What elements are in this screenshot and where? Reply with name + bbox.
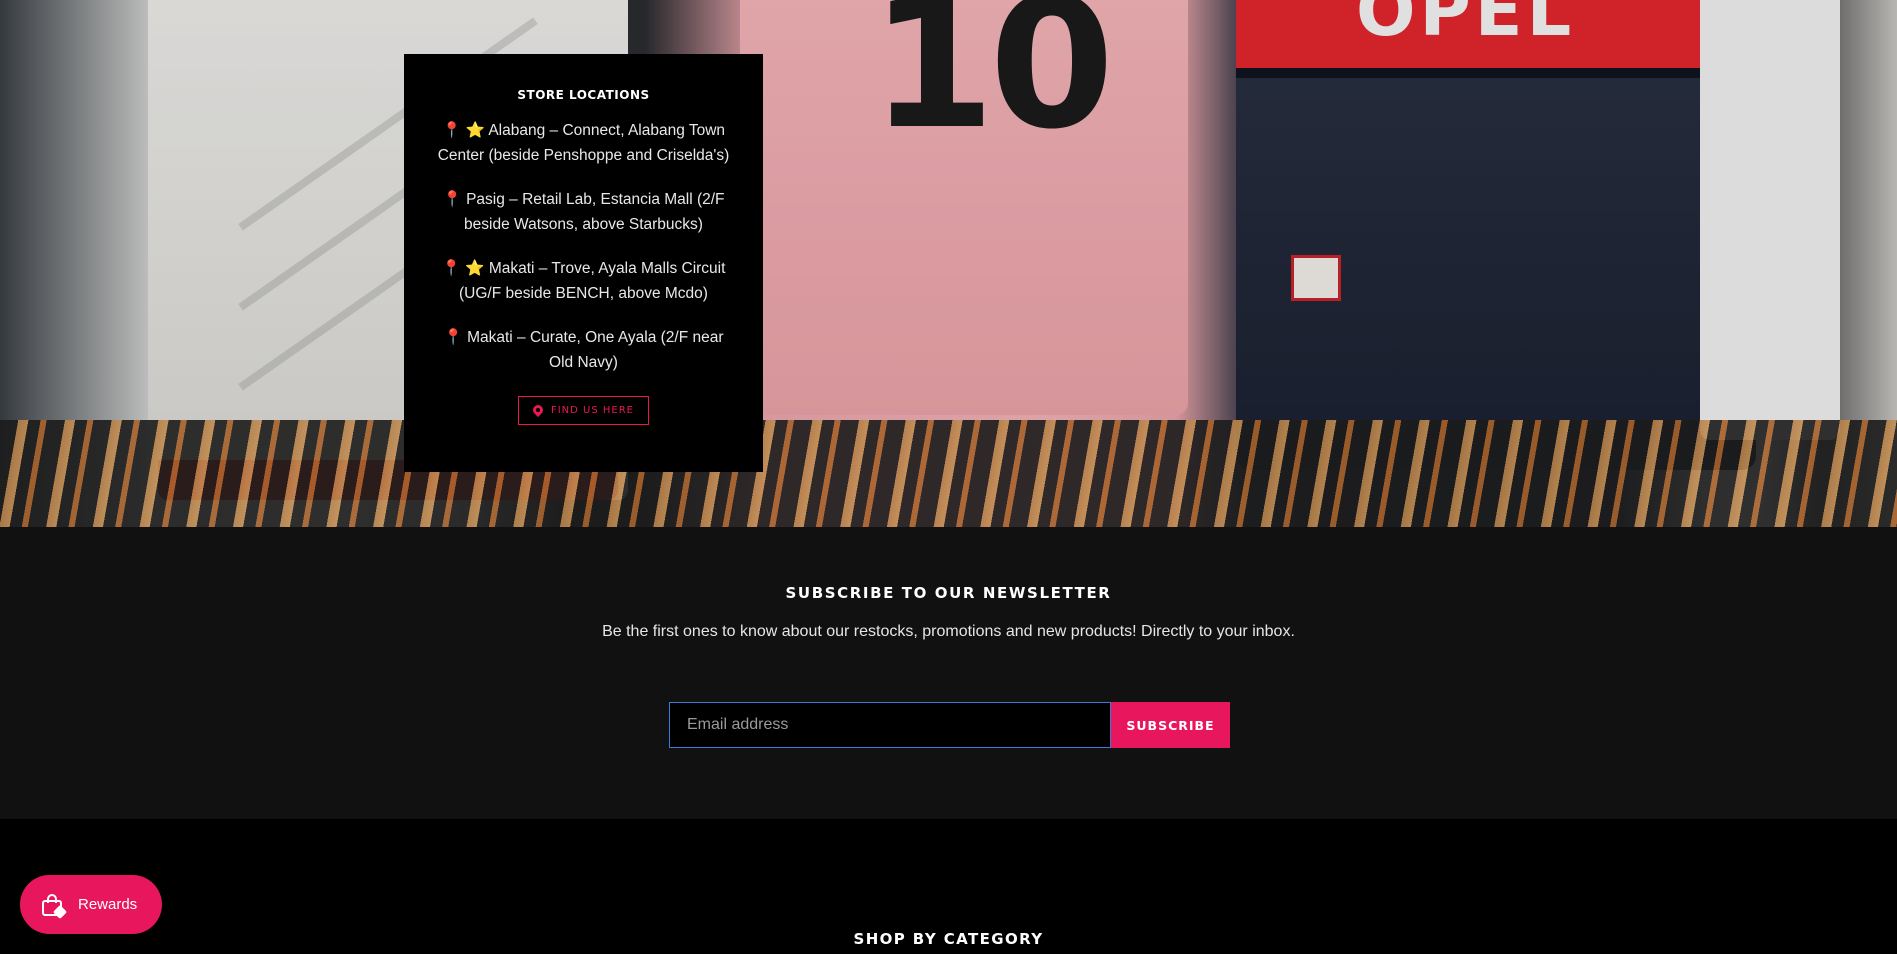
location-text: Makati – Curate, One Ayala (2/F near Old… [467, 329, 724, 371]
location-item: 📍 ⭐ Alabang – Connect, Alabang Town Cent… [434, 118, 734, 168]
email-input[interactable] [669, 702, 1111, 748]
location-text: Pasig – Retail Lab, Estancia Mall (2/F b… [464, 191, 725, 233]
pin-icon: 📍 [443, 329, 463, 346]
star-icon: ⭐ [465, 122, 485, 139]
newsletter-form: SUBSCRIBE [669, 702, 1230, 748]
location-item: 📍 Pasig – Retail Lab, Estancia Mall (2/F… [434, 187, 734, 237]
footer: SHOP BY CATEGORY [0, 819, 1897, 954]
pin-icon: 📍 [441, 260, 461, 277]
find-us-here-button[interactable]: FIND US HERE [517, 396, 649, 425]
store-locations-card: STORE LOCATIONS 📍 ⭐ Alabang – Connect, A… [404, 54, 763, 472]
find-us-here-label: FIND US HERE [550, 405, 634, 416]
pin-icon: 📍 [441, 122, 462, 139]
rewards-button[interactable]: Rewards [20, 875, 162, 934]
hero-banner: 10 OPEL STORE LOCATIONS 📍 ⭐ Alabang – Co… [0, 0, 1897, 527]
rewards-label: Rewards [78, 896, 138, 913]
location-item: 📍 ⭐ Makati – Trove, Ayala Malls Circuit … [434, 256, 734, 306]
pin-icon: 📍 [442, 191, 462, 208]
store-locations-title: STORE LOCATIONS [517, 88, 650, 102]
newsletter-subtitle: Be the first ones to know about our rest… [602, 623, 1295, 640]
map-pin-icon [533, 405, 543, 417]
newsletter-section: SUBSCRIBE TO OUR NEWSLETTER Be the first… [0, 527, 1897, 819]
shopping-bag-heart-icon [40, 892, 68, 919]
location-text: Makati – Trove, Ayala Malls Circuit (UG/… [459, 260, 726, 302]
newsletter-title: SUBSCRIBE TO OUR NEWSLETTER [785, 584, 1112, 602]
location-item: 📍 Makati – Curate, One Ayala (2/F near O… [434, 325, 734, 375]
star-icon: ⭐ [465, 260, 485, 277]
shop-by-category-heading: SHOP BY CATEGORY [853, 930, 1044, 948]
subscribe-button[interactable]: SUBSCRIBE [1111, 702, 1230, 748]
